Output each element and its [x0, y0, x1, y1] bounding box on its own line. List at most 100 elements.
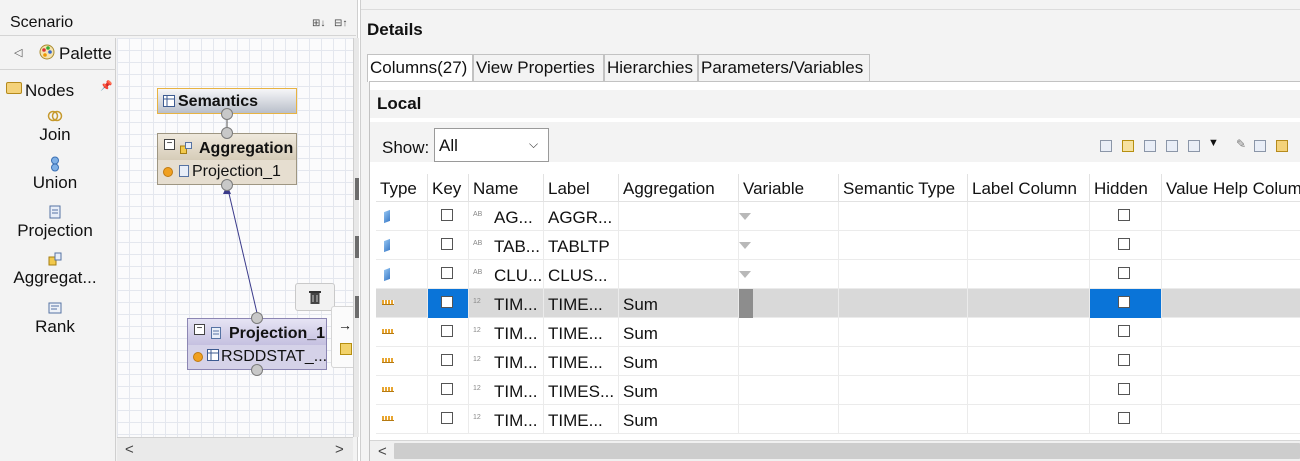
copy-icon[interactable]: [1166, 140, 1178, 152]
add-column-icon[interactable]: [1100, 140, 1112, 152]
label-column-cell[interactable]: [968, 202, 1090, 231]
aggregation-input-port[interactable]: [221, 179, 233, 191]
col-name-header[interactable]: Name: [469, 174, 544, 202]
col-type-header[interactable]: Type: [376, 174, 428, 202]
name-cell[interactable]: 12 TIM...: [469, 376, 544, 405]
aggregation-cell[interactable]: Sum: [619, 318, 739, 347]
col-semantic-type-header[interactable]: Semantic Type: [839, 174, 968, 202]
expand-all-icon[interactable]: ⊞↓: [312, 18, 325, 29]
hidden-checkbox[interactable]: [1118, 296, 1130, 308]
table-row[interactable]: AB CLU... CLUS...: [376, 260, 1300, 289]
hidden-cell[interactable]: [1090, 231, 1162, 260]
aggregation-node[interactable]: − Aggregation Projection_1: [157, 133, 297, 185]
label-cell[interactable]: TABLTP: [544, 231, 619, 260]
splitter-handle[interactable]: [355, 236, 359, 258]
name-cell[interactable]: AB AG...: [469, 202, 544, 231]
hidden-cell[interactable]: [1090, 376, 1162, 405]
key-checkbox[interactable]: [441, 296, 453, 308]
variable-cell[interactable]: [739, 318, 839, 347]
aggregation-cell[interactable]: Sum: [619, 376, 739, 405]
variable-cell[interactable]: [739, 347, 839, 376]
hidden-checkbox[interactable]: [1118, 238, 1130, 250]
variable-cell[interactable]: [739, 260, 839, 289]
aggregation-cell[interactable]: [619, 231, 739, 260]
tool-join[interactable]: Join: [0, 108, 110, 145]
col-label-header[interactable]: Label: [544, 174, 619, 202]
import-icon[interactable]: [1254, 140, 1266, 152]
table-row[interactable]: 12 TIM... TIME... Sum: [376, 347, 1300, 376]
connect-arrow-icon[interactable]: →: [338, 317, 352, 333]
key-cell[interactable]: [428, 231, 469, 260]
hidden-cell[interactable]: [1090, 347, 1162, 376]
hidden-cell[interactable]: [1090, 289, 1162, 318]
trash-icon[interactable]: [308, 289, 322, 305]
name-cell[interactable]: AB TAB...: [469, 231, 544, 260]
filter-icon[interactable]: [739, 213, 751, 220]
key-cell[interactable]: [428, 376, 469, 405]
value-help-column-cell[interactable]: [1162, 289, 1300, 318]
label-cell[interactable]: TIME...: [544, 289, 619, 318]
show-filter-select[interactable]: All ⌵: [434, 128, 549, 162]
collapse-palette-icon[interactable]: ◁: [14, 46, 22, 59]
table-horizontal-scrollbar[interactable]: <: [370, 440, 1300, 461]
value-help-column-cell[interactable]: [1162, 376, 1300, 405]
aggregation-cell[interactable]: Sum: [619, 347, 739, 376]
pencil-icon[interactable]: ✎: [1236, 137, 1246, 151]
semantic-type-cell[interactable]: [839, 318, 968, 347]
label-column-cell[interactable]: [968, 347, 1090, 376]
canvas-splitter[interactable]: [353, 38, 359, 437]
table-row[interactable]: 12 TIM... TIMES... Sum: [376, 376, 1300, 405]
table-row[interactable]: 12 TIM... TIME... Sum: [376, 289, 1300, 318]
key-checkbox[interactable]: [441, 354, 453, 366]
palette-header[interactable]: ◁ Palette: [0, 38, 116, 70]
semantic-type-cell[interactable]: [839, 289, 968, 318]
folder-icon[interactable]: [1276, 140, 1288, 152]
value-help-column-cell[interactable]: [1162, 231, 1300, 260]
tool-aggregation[interactable]: Aggregat...: [0, 251, 110, 288]
name-cell[interactable]: 12 TIM...: [469, 318, 544, 347]
col-hidden-header[interactable]: Hidden: [1090, 174, 1162, 202]
projection-input-port[interactable]: [251, 364, 263, 376]
aggregation-output-port[interactable]: [221, 127, 233, 139]
key-checkbox[interactable]: [441, 412, 453, 424]
hidden-checkbox[interactable]: [1118, 209, 1130, 221]
label-column-cell[interactable]: [968, 289, 1090, 318]
label-cell[interactable]: TIME...: [544, 405, 619, 434]
edit-note-icon[interactable]: [1122, 140, 1134, 152]
table-row[interactable]: 12 TIM... TIME... Sum: [376, 318, 1300, 347]
value-help-column-cell[interactable]: [1162, 318, 1300, 347]
scroll-left-icon[interactable]: <: [125, 441, 134, 458]
hidden-checkbox[interactable]: [1118, 412, 1130, 424]
semantics-input-port[interactable]: [221, 108, 233, 120]
scroll-left-icon[interactable]: <: [378, 443, 387, 460]
variable-cell[interactable]: [739, 202, 839, 231]
col-value-help-column-header[interactable]: Value Help Column: [1162, 174, 1300, 202]
label-cell[interactable]: CLUS...: [544, 260, 619, 289]
key-checkbox[interactable]: [441, 238, 453, 250]
col-variable-header[interactable]: Variable: [739, 174, 839, 202]
key-cell[interactable]: [428, 202, 469, 231]
label-cell[interactable]: TIME...: [544, 318, 619, 347]
key-cell[interactable]: [428, 405, 469, 434]
tool-union[interactable]: Union: [0, 156, 110, 193]
hidden-checkbox[interactable]: [1118, 325, 1130, 337]
hidden-checkbox[interactable]: [1118, 267, 1130, 279]
name-cell[interactable]: 12 TIM...: [469, 347, 544, 376]
label-cell[interactable]: TIMES...: [544, 376, 619, 405]
nodes-drawer[interactable]: Nodes 📌: [0, 78, 116, 102]
semantic-type-cell[interactable]: [839, 202, 968, 231]
filter-icon[interactable]: [739, 242, 751, 249]
tab-hierarchies[interactable]: Hierarchies: [604, 54, 698, 81]
key-checkbox[interactable]: [441, 209, 453, 221]
hidden-cell[interactable]: [1090, 202, 1162, 231]
label-column-cell[interactable]: [968, 376, 1090, 405]
value-help-column-cell[interactable]: [1162, 347, 1300, 376]
aggregation-cell[interactable]: [619, 202, 739, 231]
label-column-cell[interactable]: [968, 318, 1090, 347]
table-row[interactable]: AB AG... AGGR...: [376, 202, 1300, 231]
col-key-header[interactable]: Key: [428, 174, 469, 202]
key-cell[interactable]: [428, 289, 469, 318]
value-help-column-cell[interactable]: [1162, 260, 1300, 289]
semantic-type-cell[interactable]: [839, 260, 968, 289]
key-checkbox[interactable]: [441, 383, 453, 395]
